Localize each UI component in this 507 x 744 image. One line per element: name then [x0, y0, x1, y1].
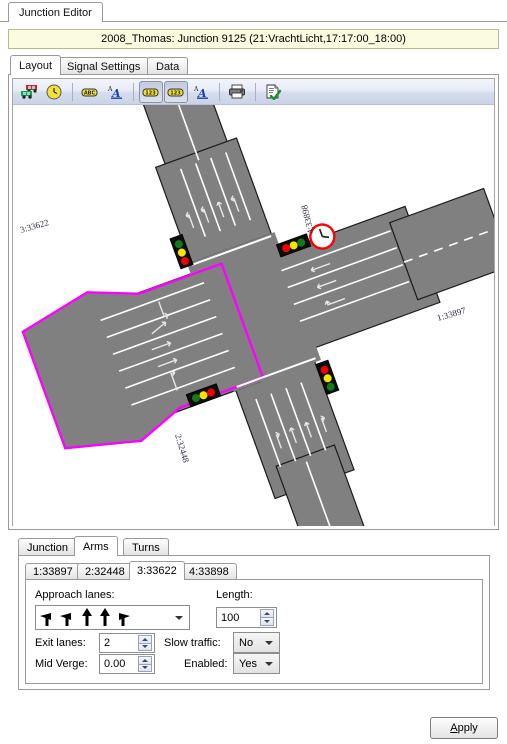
arm-tab-2-32448[interactable]: 2:32448: [77, 563, 133, 580]
svg-text:ABC: ABC: [84, 90, 96, 96]
length-spinner-up[interactable]: [260, 609, 274, 617]
approach-lanes-combo[interactable]: [35, 605, 190, 630]
enabled-value: Yes: [239, 657, 257, 670]
arm-label-west: 3:33622: [19, 217, 50, 235]
slow-traffic-label: Slow traffic:: [164, 637, 221, 649]
toolbar-separator-4: [255, 82, 256, 101]
mid-verge-label: Mid Verge:: [35, 658, 88, 670]
exit-lanes-label: Exit lanes:: [35, 637, 86, 649]
tab-signal-settings[interactable]: Signal Settings: [58, 57, 150, 75]
junction-editor-window: Junction Editor 2008_Thomas: Junction 91…: [0, 0, 507, 744]
arm-properties-form: Approach lanes: Length: 100 Exit lanes: …: [25, 579, 483, 684]
arm-label-east: 1:33897: [436, 305, 468, 323]
length-label: Length:: [216, 589, 253, 601]
print-icon[interactable]: [225, 81, 249, 103]
apply-button-label-rest: pply: [457, 722, 478, 734]
tab-layout[interactable]: Layout: [10, 55, 62, 75]
toolbar-separator-3: [219, 82, 220, 101]
mid-verge-spinner-down[interactable]: [138, 663, 152, 672]
arm-tab-3-33622[interactable]: 3:33622: [129, 561, 185, 580]
mid-verge-spinner-up[interactable]: [138, 656, 152, 664]
exit-lanes-value: 2: [104, 637, 111, 649]
exit-lanes-spinner-up[interactable]: [138, 635, 152, 643]
apply-button[interactable]: Apply: [430, 717, 498, 739]
tab-junction[interactable]: Junction: [18, 538, 77, 556]
length-spinner[interactable]: 100: [216, 607, 277, 628]
enabled-label: Enabled:: [184, 658, 228, 670]
length-value: 100: [221, 611, 240, 624]
arm-tab-1-33897[interactable]: 1:33897: [25, 563, 81, 580]
numeric-label-icon-2[interactable]: 123: [164, 80, 188, 103]
arm-label-south: 2:32448: [173, 433, 191, 465]
mid-verge-value: 0.00: [104, 658, 126, 670]
numeric-font-icon[interactable]: A A: [189, 81, 213, 103]
window-tab-junction-editor[interactable]: Junction Editor: [8, 2, 103, 22]
window-tab-mask: [9, 21, 87, 23]
approach-lanes-label: Approach lanes:: [35, 589, 115, 601]
vehicles-icon[interactable]: [17, 81, 41, 103]
enabled-combo[interactable]: Yes: [233, 653, 280, 674]
junction-diagram-canvas[interactable]: 4:33898 1:33897 2:32448 3:33622: [13, 105, 494, 526]
approach-lane-arrows: [40, 608, 130, 626]
lower-notebook: Junction Arms Turns 1:33897 2:32448 3:33…: [8, 536, 499, 708]
layout-panel: ABC A A 123 123 A A 4:33898 1:33897 2:32…: [8, 74, 499, 530]
toolbar-separator-2: [133, 82, 134, 101]
arms-pane: 1:33897 2:32448 3:33622 4:33898 Approach…: [18, 555, 490, 690]
window-tabstrip: Junction Editor: [0, 0, 507, 23]
layout-panel-inner: ABC A A 123 123 A A 4:33898 1:33897 2:32…: [12, 78, 495, 526]
svg-text:123: 123: [170, 90, 181, 96]
validate-icon[interactable]: [261, 81, 285, 103]
approach-lanes-chevron-down-icon: [175, 615, 183, 620]
arm-tab-4-33898[interactable]: 4:33898: [181, 563, 237, 580]
tab-arms[interactable]: Arms: [74, 536, 118, 556]
mid-verge-spinner[interactable]: 0.00: [99, 654, 155, 674]
length-spinner-buttons[interactable]: [260, 609, 274, 626]
clock-icon[interactable]: [42, 81, 66, 103]
slow-traffic-combo[interactable]: No: [233, 632, 280, 653]
tab-turns[interactable]: Turns: [123, 538, 169, 556]
title-banner: 2008_Thomas: Junction 9125 (21:VrachtLic…: [8, 29, 499, 49]
text-font-icon[interactable]: A A: [103, 81, 127, 103]
main-tab-underline: [8, 74, 499, 75]
slow-traffic-chevron-down-icon: [265, 640, 273, 645]
slow-traffic-value: No: [239, 636, 254, 649]
main-tabstrip: Layout Signal Settings Data: [8, 55, 499, 75]
toolbar-separator-1: [72, 82, 73, 101]
tab-data[interactable]: Data: [147, 57, 189, 75]
length-spinner-down[interactable]: [260, 617, 274, 626]
exit-lanes-spinner-buttons[interactable]: [138, 635, 152, 651]
svg-text:123: 123: [145, 90, 156, 96]
abc-label-icon[interactable]: ABC: [78, 81, 102, 103]
junction-diagram-svg[interactable]: 4:33898 1:33897 2:32448 3:33622: [13, 105, 494, 526]
arm-label-north: 4:33898: [299, 203, 316, 235]
mid-verge-spinner-buttons[interactable]: [138, 656, 152, 672]
numeric-label-icon-1[interactable]: 123: [139, 80, 163, 103]
exit-lanes-spinner[interactable]: 2: [99, 633, 155, 653]
apply-button-mnemonic: A: [450, 722, 458, 734]
exit-lanes-spinner-down[interactable]: [138, 642, 152, 651]
diagram-toolbar: ABC A A 123 123 A A: [13, 79, 494, 105]
enabled-chevron-down-icon: [265, 661, 273, 666]
